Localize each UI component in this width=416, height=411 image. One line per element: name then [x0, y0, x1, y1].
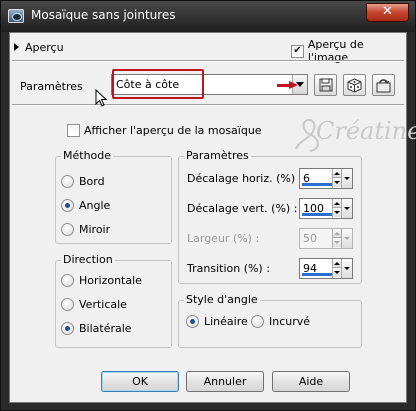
checkbox-icon[interactable]	[67, 124, 80, 137]
dropdown-arrow-icon[interactable]	[341, 199, 352, 218]
methode-group: Méthode Bord Angle Miroir	[55, 149, 172, 244]
decalage-vert-spinner[interactable]: 100	[299, 198, 353, 219]
methode-option-miroir[interactable]: Miroir	[61, 223, 110, 236]
radio-selected-icon[interactable]	[61, 199, 74, 212]
decalage-vert-label: Décalage vert. (%) :	[187, 202, 298, 215]
value-slider-bar[interactable]	[302, 183, 332, 186]
largeur-value: 50	[303, 232, 317, 245]
decrement-icon	[333, 238, 341, 247]
direction-option-label: Verticale	[79, 298, 127, 311]
annotation-arrow-icon	[277, 81, 299, 90]
app-icon	[8, 9, 24, 23]
decrement-icon[interactable]	[333, 178, 341, 187]
methode-option-angle[interactable]: Angle	[61, 199, 110, 212]
help-button[interactable]: Aide	[272, 371, 350, 392]
style-angle-option-lineaire[interactable]: Linéaire	[186, 315, 248, 328]
spin-buttons[interactable]	[332, 199, 341, 218]
reset-button[interactable]	[372, 74, 395, 96]
direction-option-label: Bilatérale	[79, 322, 132, 335]
radio-selected-icon[interactable]	[186, 315, 199, 328]
direction-group: Direction Horizontale Verticale Bilatéra…	[55, 253, 172, 348]
apercu-toggle[interactable]: Aperçu	[14, 39, 64, 55]
spin-buttons[interactable]	[332, 259, 341, 278]
apercu-label: Aperçu	[25, 40, 64, 54]
largeur-label: Largeur (%) :	[187, 232, 260, 245]
title-bar[interactable]: Mosaïque sans jointures ✕	[1, 1, 415, 32]
decalage-horiz-spinner[interactable]: 6	[299, 168, 353, 189]
save-preset-button[interactable]	[314, 74, 337, 96]
style-angle-group: Style d'angle Linéaire Incurvé	[178, 293, 362, 348]
radio-icon[interactable]	[61, 223, 74, 236]
watermark-logo: Créatine	[290, 113, 416, 158]
parametres-group: Paramètres Décalage horiz. (%) : 6 Décal…	[178, 149, 362, 284]
window-title: Mosaïque sans jointures	[31, 8, 176, 22]
transition-label: Transition (%) :	[187, 262, 270, 275]
decrement-icon[interactable]	[333, 208, 341, 217]
dice-icon	[347, 77, 362, 93]
spin-buttons	[332, 229, 341, 248]
increment-icon[interactable]	[333, 199, 341, 208]
largeur-spinner: 50	[299, 228, 353, 249]
checkbox-checked-icon[interactable]: ✔	[291, 44, 304, 58]
methode-option-label: Angle	[79, 199, 111, 212]
spin-buttons[interactable]	[332, 169, 341, 188]
ok-button[interactable]: OK	[101, 371, 179, 392]
style-angle-option-incurve[interactable]: Incurvé	[251, 315, 310, 328]
decrement-icon[interactable]	[333, 268, 341, 277]
dropdown-arrow-icon[interactable]	[341, 259, 352, 278]
dialog-window: Mosaïque sans jointures ✕ Aperçu ✔ Aperç…	[0, 0, 416, 411]
mosaic-preview-checkbox[interactable]: Afficher l'aperçu de la mosaïque	[67, 124, 262, 137]
parametres-group-title: Paramètres	[184, 149, 251, 162]
style-angle-option-label: Incurvé	[269, 315, 311, 328]
dropdown-arrow-icon[interactable]	[341, 169, 352, 188]
direction-option-verticale[interactable]: Verticale	[61, 298, 127, 311]
radio-icon[interactable]	[61, 175, 74, 188]
decalage-horiz-label: Décalage horiz. (%) :	[187, 172, 303, 185]
direction-title: Direction	[61, 253, 115, 266]
mosaic-preview-label: Afficher l'aperçu de la mosaïque	[84, 124, 262, 137]
value-slider-bar[interactable]	[302, 273, 332, 276]
cancel-button[interactable]: Annuler	[186, 371, 264, 392]
dropdown-arrow-icon	[341, 229, 352, 248]
increment-icon	[333, 229, 341, 238]
methode-title: Méthode	[61, 149, 114, 162]
increment-icon[interactable]	[333, 169, 341, 178]
watermark-text: Créatine	[316, 117, 416, 145]
mouse-cursor-icon	[95, 89, 108, 107]
methode-option-label: Bord	[79, 175, 105, 188]
direction-option-horizontale[interactable]: Horizontale	[61, 274, 142, 287]
dialog-client: Aperçu ✔ Aperçu de l'image Paramètres Cô…	[9, 32, 416, 403]
radio-icon[interactable]	[251, 315, 264, 328]
floppy-disk-icon	[319, 78, 332, 92]
radio-selected-icon[interactable]	[61, 322, 74, 335]
random-button[interactable]	[343, 74, 366, 96]
reset-icon	[376, 78, 391, 92]
close-button[interactable]: ✕	[366, 3, 409, 22]
transition-spinner[interactable]: 94	[299, 258, 353, 279]
expand-arrow-icon	[14, 43, 19, 51]
radio-icon[interactable]	[61, 274, 74, 287]
direction-option-bilaterale[interactable]: Bilatérale	[61, 322, 132, 335]
divider	[12, 60, 404, 62]
parametres-label: Paramètres	[20, 80, 83, 93]
increment-icon[interactable]	[333, 259, 341, 268]
annotation-highlight-box	[112, 69, 204, 99]
methode-option-bord[interactable]: Bord	[61, 175, 105, 188]
methode-option-label: Miroir	[79, 223, 111, 236]
divider	[12, 104, 404, 106]
style-angle-option-label: Linéaire	[204, 315, 248, 328]
style-angle-title: Style d'angle	[184, 293, 260, 306]
direction-option-label: Horizontale	[79, 274, 142, 287]
radio-icon[interactable]	[61, 298, 74, 311]
value-slider-bar[interactable]	[302, 213, 332, 216]
